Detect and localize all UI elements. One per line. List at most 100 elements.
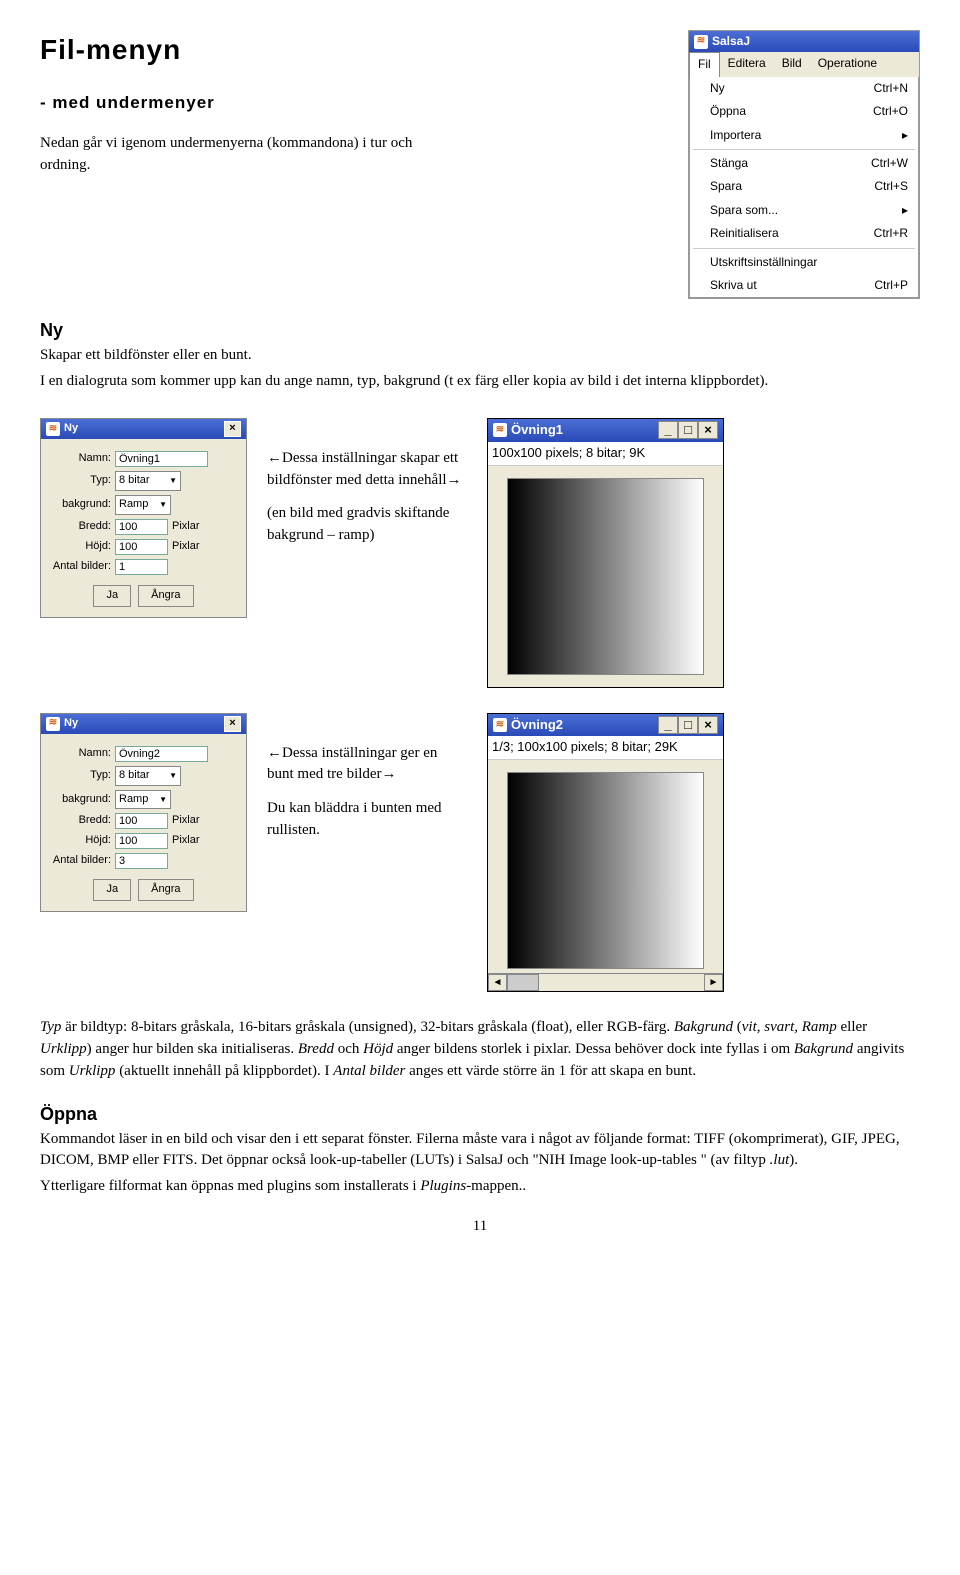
horizontal-scrollbar[interactable]: ◄ ► <box>488 973 723 991</box>
menuitem-stanga[interactable]: StängaCtrl+W <box>690 152 918 175</box>
namn-label: Namn: <box>51 451 111 467</box>
section-ny-heading: Ny <box>40 317 920 343</box>
menu-operatione[interactable]: Operatione <box>810 52 885 76</box>
maximize-icon[interactable]: □ <box>678 421 698 439</box>
scroll-thumb[interactable] <box>507 974 539 991</box>
namn-field[interactable] <box>115 451 208 467</box>
typ-label: Typ: <box>51 768 111 784</box>
pixlar-label: Pixlar <box>172 519 200 535</box>
menuitem-importera[interactable]: Importera▸ <box>690 124 918 147</box>
bredd-field[interactable] <box>115 519 168 535</box>
java-icon: ≋ <box>694 35 708 49</box>
close-icon[interactable]: × <box>698 421 718 439</box>
close-icon[interactable]: × <box>698 716 718 734</box>
namn-field[interactable] <box>115 746 208 762</box>
antal-label: Antal bilder: <box>51 853 111 869</box>
typ-label: Typ: <box>51 473 111 489</box>
dialog-title: Ny <box>64 421 78 437</box>
menuitem-spara-som[interactable]: Spara som...▸ <box>690 199 918 222</box>
ok-button[interactable]: Ja <box>93 879 131 901</box>
titlebar: ≋ Ny × <box>41 714 246 734</box>
cancel-button[interactable]: Ångra <box>138 879 193 901</box>
page-title: Fil-menyn <box>40 30 440 71</box>
dialog-title: Ny <box>64 716 78 732</box>
chevron-down-icon: ▼ <box>159 499 167 511</box>
titlebar: ≋ Ny × <box>41 419 246 439</box>
antal-field[interactable] <box>115 853 168 869</box>
chevron-down-icon: ▼ <box>169 770 177 782</box>
caption-1: ←Dessa inställningar skapar ett bildföns… <box>267 418 467 551</box>
scroll-right-icon[interactable]: ► <box>704 974 723 991</box>
menuitem-ny[interactable]: NyCtrl+N <box>690 77 918 100</box>
hojd-label: Höjd: <box>51 539 111 555</box>
pixlar-label: Pixlar <box>172 833 200 849</box>
cancel-button[interactable]: Ångra <box>138 585 193 607</box>
intro-text: Nedan går vi igenom undermenyerna (komma… <box>40 133 440 177</box>
java-icon: ≋ <box>493 718 507 732</box>
antal-field[interactable] <box>115 559 168 575</box>
antal-label: Antal bilder: <box>51 559 111 575</box>
ok-button[interactable]: Ja <box>93 585 131 607</box>
page-subtitle: - med undermenyer <box>40 91 440 116</box>
separator <box>693 248 915 249</box>
bredd-label: Bredd: <box>51 519 111 535</box>
bakgrund-label: bakgrund: <box>51 497 111 513</box>
image-info: 100x100 pixels; 8 bitar; 9K <box>488 442 723 466</box>
typ-combo[interactable]: 8 bitar▼ <box>115 471 181 491</box>
close-icon[interactable]: × <box>224 716 241 732</box>
pixlar-label: Pixlar <box>172 539 200 555</box>
ovning2-window: ≋ Övning2 _ □ × 1/3; 100x100 pixels; 8 b… <box>487 713 724 993</box>
hojd-field[interactable] <box>115 539 168 555</box>
ny-dialog-1: ≋ Ny × Namn: Typ:8 bitar▼ bakgrund:Ramp▼… <box>40 418 247 618</box>
titlebar: ≋ Övning1 _ □ × <box>488 419 723 442</box>
gradient-canvas <box>507 772 704 969</box>
menu-fil[interactable]: Fil <box>689 52 720 76</box>
bakgrund-label: bakgrund: <box>51 792 111 808</box>
java-icon: ≋ <box>493 423 507 437</box>
gradient-canvas <box>507 478 704 675</box>
menuitem-utskrift[interactable]: Utskriftsinställningar <box>690 251 918 274</box>
typ-paragraph: Typ är bildtyp: 8-bitars gråskala, 16-bi… <box>40 1017 920 1082</box>
oppna-paragraph-1: Kommandot läser in en bild och visar den… <box>40 1129 920 1173</box>
bakgrund-combo[interactable]: Ramp▼ <box>115 495 171 515</box>
maximize-icon[interactable]: □ <box>678 716 698 734</box>
menuitem-skriva-ut[interactable]: Skriva utCtrl+P <box>690 274 918 297</box>
caption-2: ←Dessa inställningar ger en bunt med tre… <box>267 713 467 846</box>
menuitem-oppna[interactable]: ÖppnaCtrl+O <box>690 100 918 123</box>
menuitem-spara[interactable]: SparaCtrl+S <box>690 175 918 198</box>
titlebar: ≋ Övning2 _ □ × <box>488 714 723 737</box>
java-icon: ≋ <box>46 422 60 436</box>
ny-line2: I en dialogruta som kommer upp kan du an… <box>40 371 920 393</box>
menu-bild[interactable]: Bild <box>774 52 810 76</box>
typ-combo[interactable]: 8 bitar▼ <box>115 766 181 786</box>
hojd-label: Höjd: <box>51 833 111 849</box>
scroll-left-icon[interactable]: ◄ <box>488 974 507 991</box>
image-info: 1/3; 100x100 pixels; 8 bitar; 29K <box>488 736 723 760</box>
chevron-down-icon: ▼ <box>169 475 177 487</box>
minimize-icon[interactable]: _ <box>658 421 678 439</box>
window-title: Övning2 <box>511 716 563 735</box>
pixlar-label: Pixlar <box>172 813 200 829</box>
ovning1-window: ≋ Övning1 _ □ × 100x100 pixels; 8 bitar;… <box>487 418 724 688</box>
separator <box>693 149 915 150</box>
menu-editera[interactable]: Editera <box>720 52 774 76</box>
ny-dialog-2: ≋ Ny × Namn: Typ:8 bitar▼ bakgrund:Ramp▼… <box>40 713 247 913</box>
java-icon: ≋ <box>46 717 60 731</box>
close-icon[interactable]: × <box>224 421 241 437</box>
ny-line1: Skapar ett bildfönster eller en bunt. <box>40 345 920 367</box>
window-title: SalsaJ <box>712 33 750 50</box>
minimize-icon[interactable]: _ <box>658 716 678 734</box>
oppna-paragraph-2: Ytterligare filformat kan öppnas med plu… <box>40 1176 920 1198</box>
hojd-field[interactable] <box>115 833 168 849</box>
bakgrund-combo[interactable]: Ramp▼ <box>115 790 171 810</box>
fil-dropdown: NyCtrl+N ÖppnaCtrl+O Importera▸ StängaCt… <box>689 77 919 299</box>
chevron-down-icon: ▼ <box>159 794 167 806</box>
titlebar: ≋ SalsaJ <box>689 31 919 52</box>
bredd-field[interactable] <box>115 813 168 829</box>
page-number: 11 <box>40 1216 920 1238</box>
window-title: Övning1 <box>511 421 563 440</box>
menubar: Fil Editera Bild Operatione <box>689 52 919 76</box>
menuitem-reinit[interactable]: ReinitialiseraCtrl+R <box>690 222 918 245</box>
namn-label: Namn: <box>51 746 111 762</box>
bredd-label: Bredd: <box>51 813 111 829</box>
